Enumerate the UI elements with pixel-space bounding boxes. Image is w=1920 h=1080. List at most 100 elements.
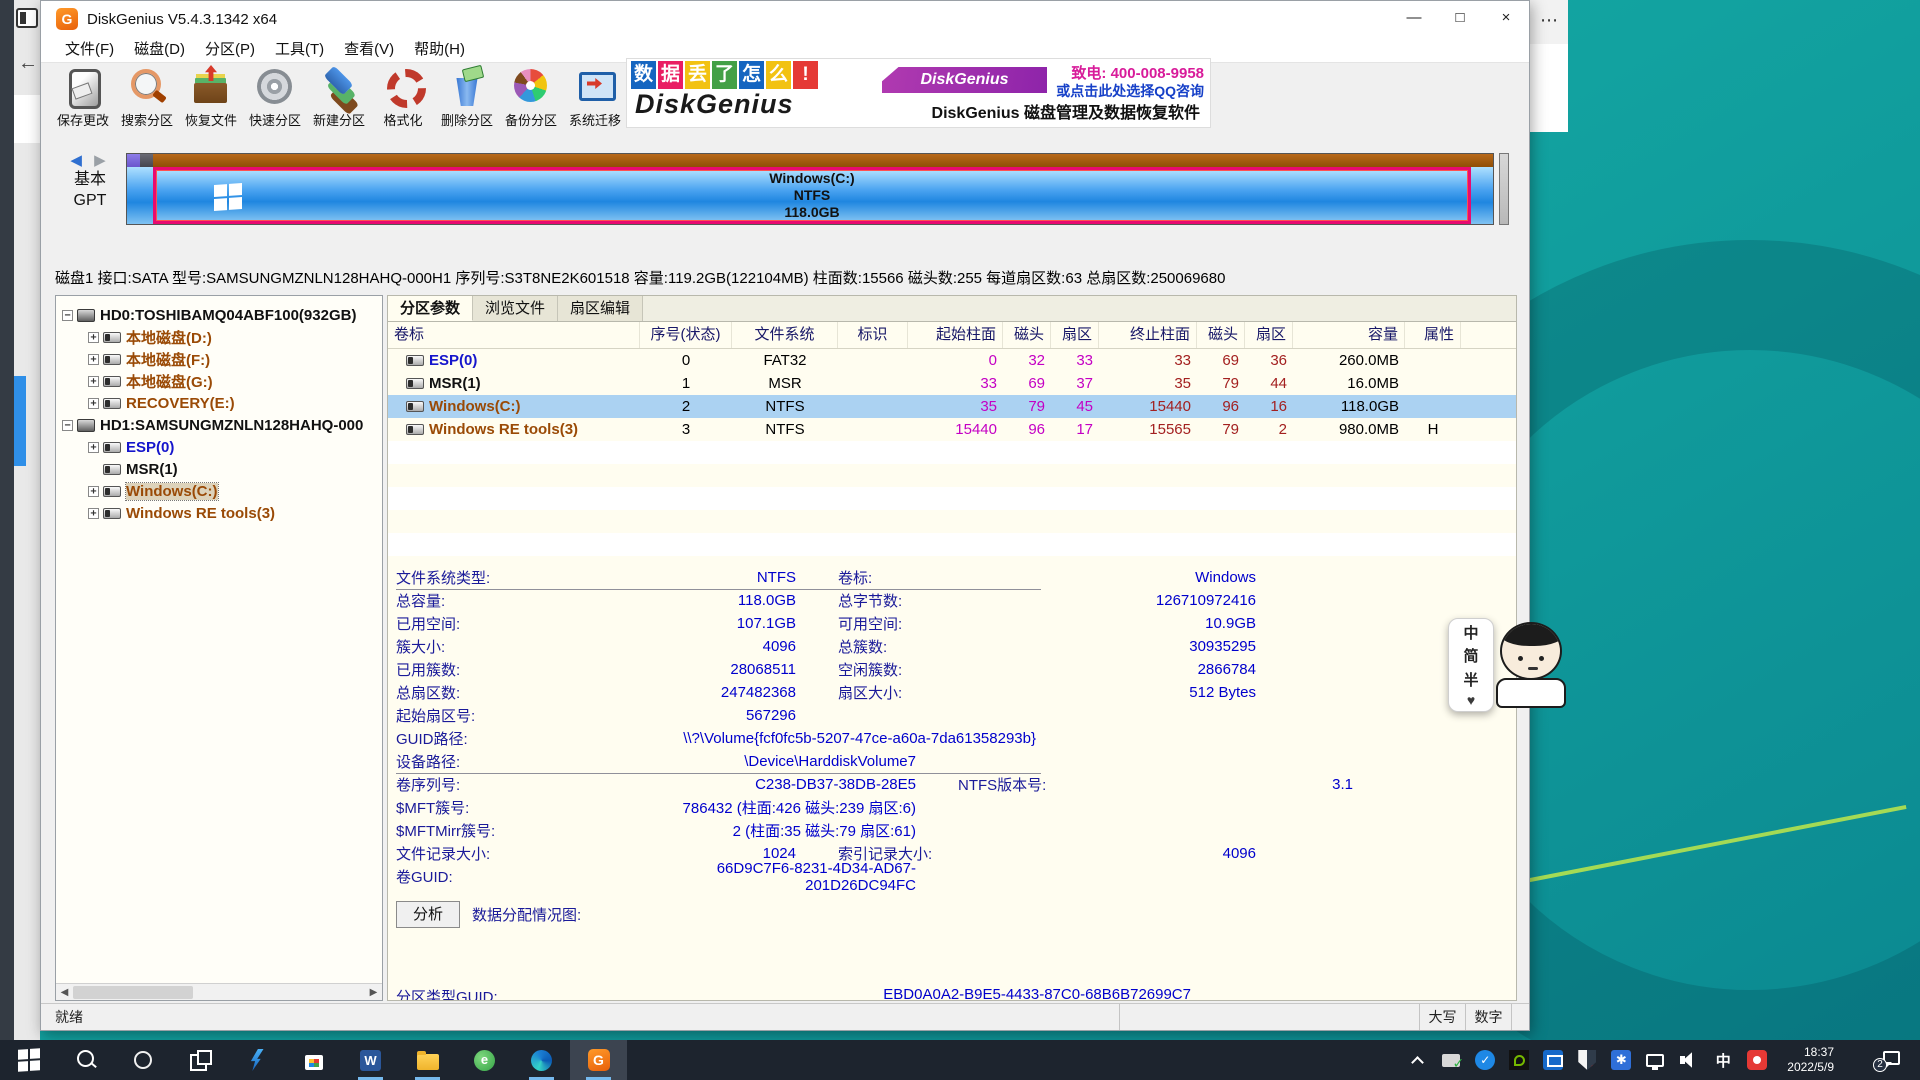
tree-item-0[interactable]: −HD0:TOSHIBAMQ04ABF100(932GB) [56,304,382,326]
detail-value: Windows [1011,569,1256,586]
tree-expander-icon[interactable]: − [62,420,73,431]
back-arrow-icon[interactable]: ← [16,50,40,76]
partition-row-1[interactable]: MSR(1)1MSR33693735794416.0MB [388,372,1516,395]
tree-expander-icon[interactable]: + [88,354,99,365]
tray-expand-button[interactable] [1407,1050,1427,1070]
partition-row-2[interactable]: Windows(C:)2NTFS357945154409616118.0GB [388,395,1516,418]
ime-char[interactable]: 中 [1463,622,1478,643]
tray-defender[interactable] [1577,1050,1597,1070]
taskbar-app-store[interactable] [285,1040,342,1080]
tree-expander-icon[interactable]: − [62,310,73,321]
cortana-button[interactable] [114,1040,171,1080]
menu-item-4[interactable]: 查看(V) [334,37,404,62]
tree-item-7[interactable]: MSR(1) [56,458,382,480]
ime-floating-widget[interactable]: 中 简 半 ♥ [1448,618,1494,712]
taskbar-app-edge[interactable] [513,1040,570,1080]
toolbar-button-search[interactable]: 搜索分区 [115,63,179,147]
toolbar-button-new[interactable]: 新建分区 [307,63,371,147]
windows-partition-block[interactable]: Windows(C:) NTFS 118.0GB [153,167,1471,224]
ime-char[interactable]: 半 [1463,669,1478,690]
toolbar-button-delete[interactable]: 删除分区 [435,63,499,147]
menu-item-2[interactable]: 分区(P) [195,37,265,62]
close-button[interactable]: × [1483,1,1529,37]
detail-value: 2 (柱面:35 磁头:79 扇区:61) [611,820,916,841]
toolbar-button-save[interactable]: 保存更改 [51,63,115,147]
ime-char[interactable]: 简 [1463,645,1478,666]
partition-row-3[interactable]: Windows RE tools(3)3NTFS1544096171556579… [388,418,1516,441]
scroll-right-arrow-icon[interactable]: ▶ [365,984,382,1001]
scroll-left-arrow-icon[interactable]: ◀ [56,984,73,1001]
tray-ime-indicator[interactable]: 中 [1713,1050,1733,1070]
tray-red-app[interactable] [1747,1050,1767,1070]
partition-table-type-label: GPT [55,190,125,211]
maximize-button[interactable]: □ [1437,1,1483,37]
toolbar-button-migrate[interactable]: 系统迁移 [563,63,627,147]
toolbar-button-quick[interactable]: 快速分区 [243,63,307,147]
tree-item-9[interactable]: +Windows RE tools(3) [56,502,382,524]
tab-2[interactable]: 扇区编辑 [558,296,643,321]
menu-item-1[interactable]: 磁盘(D) [124,37,195,62]
ad-slogan-char: 么 [766,61,791,89]
status-ready-text: 就绪 [41,1007,1119,1027]
toolbar-button-recover[interactable]: 恢复文件 [179,63,243,147]
tray-printer[interactable] [1441,1050,1461,1070]
action-center-button[interactable]: 2 [1880,1050,1902,1070]
tray-network[interactable] [1645,1050,1665,1070]
background-more-icon[interactable]: ⋯ [1530,0,1568,44]
tree-horizontal-scrollbar[interactable]: ◀ ▶ [56,983,382,1000]
ad-qq-link[interactable]: 或点击此处选择QQ咨询 [1056,81,1204,101]
toolbar-button-format[interactable]: 格式化 [371,63,435,147]
tree-expander-icon[interactable]: + [88,332,99,343]
tree-item-2[interactable]: +本地磁盘(F:) [56,348,382,370]
tree-item-4[interactable]: +RECOVERY(E:) [56,392,382,414]
prev-disk-arrow-icon[interactable]: ◀ [70,152,86,169]
msr-partition-block[interactable] [140,167,153,224]
disk-bar-scroll-sliver[interactable] [1499,153,1509,225]
next-disk-arrow-icon[interactable]: ▶ [94,152,110,169]
start-button[interactable] [0,1040,57,1080]
menu-item-0[interactable]: 文件(F) [55,37,124,62]
taskbar-clock[interactable]: 18:37 2022/5/9 [1781,1045,1840,1075]
partition-icon [103,508,121,519]
tree-item-6[interactable]: +ESP(0) [56,436,382,458]
partition-row-0[interactable]: ESP(0)0FAT3203233336936260.0MB [388,349,1516,372]
tree-item-8[interactable]: +Windows(C:) [56,480,382,502]
taskbar-app-explorer[interactable] [399,1040,456,1080]
detail-value: 2866784 [1011,661,1256,678]
taskbar-app-browser[interactable]: e [456,1040,513,1080]
word-icon: W [360,1050,381,1071]
menu-item-5[interactable]: 帮助(H) [404,37,475,62]
task-view-button[interactable] [171,1040,228,1080]
esp-partition-block[interactable] [127,167,140,224]
taskbar-app-diskgenius[interactable] [570,1040,627,1080]
tray-intel-graphics[interactable] [1543,1050,1563,1070]
tree-expander-icon[interactable]: + [88,508,99,519]
msr-partition-cap [140,154,153,167]
tab-0[interactable]: 分区参数 [388,296,473,321]
ad-banner[interactable]: 数据丢了怎么! DiskGenius DiskGenius 致电: 400-00… [626,58,1211,128]
tree-expander-icon[interactable]: + [88,486,99,497]
ime-heart-icon[interactable]: ♥ [1467,692,1475,708]
disk-type-label: 基本 [55,169,125,190]
tray-snowflake-app[interactable]: ✱ [1611,1050,1631,1070]
tree-item-5[interactable]: −HD1:SAMSUNGMZNLN128HAHQ-000 [56,414,382,436]
tab-1[interactable]: 浏览文件 [473,296,558,321]
minimize-button[interactable]: — [1391,1,1437,37]
tree-expander-icon[interactable]: + [88,376,99,387]
tray-volume[interactable] [1679,1050,1699,1070]
re-tools-partition-block[interactable] [1471,167,1493,224]
tree-expander-icon[interactable]: + [88,442,99,453]
detail-row-13: 卷GUID: 66D9C7F6-8231-4D34-AD67-201D26DC9… [396,865,1256,888]
taskbar-search-button[interactable] [57,1040,114,1080]
scrollbar-thumb[interactable] [73,986,193,999]
taskbar-app-word[interactable]: W [342,1040,399,1080]
menu-item-3[interactable]: 工具(T) [265,37,334,62]
toolbar-button-backup[interactable]: 备份分区 [499,63,563,147]
tree-item-1[interactable]: +本地磁盘(D:) [56,326,382,348]
tray-messenger[interactable]: ✓ [1475,1050,1495,1070]
tree-expander-icon[interactable]: + [88,398,99,409]
analyze-button[interactable]: 分析 [396,901,460,928]
taskbar-app-flash[interactable] [228,1040,285,1080]
tree-item-3[interactable]: +本地磁盘(G:) [56,370,382,392]
tray-nvidia[interactable] [1509,1050,1529,1070]
